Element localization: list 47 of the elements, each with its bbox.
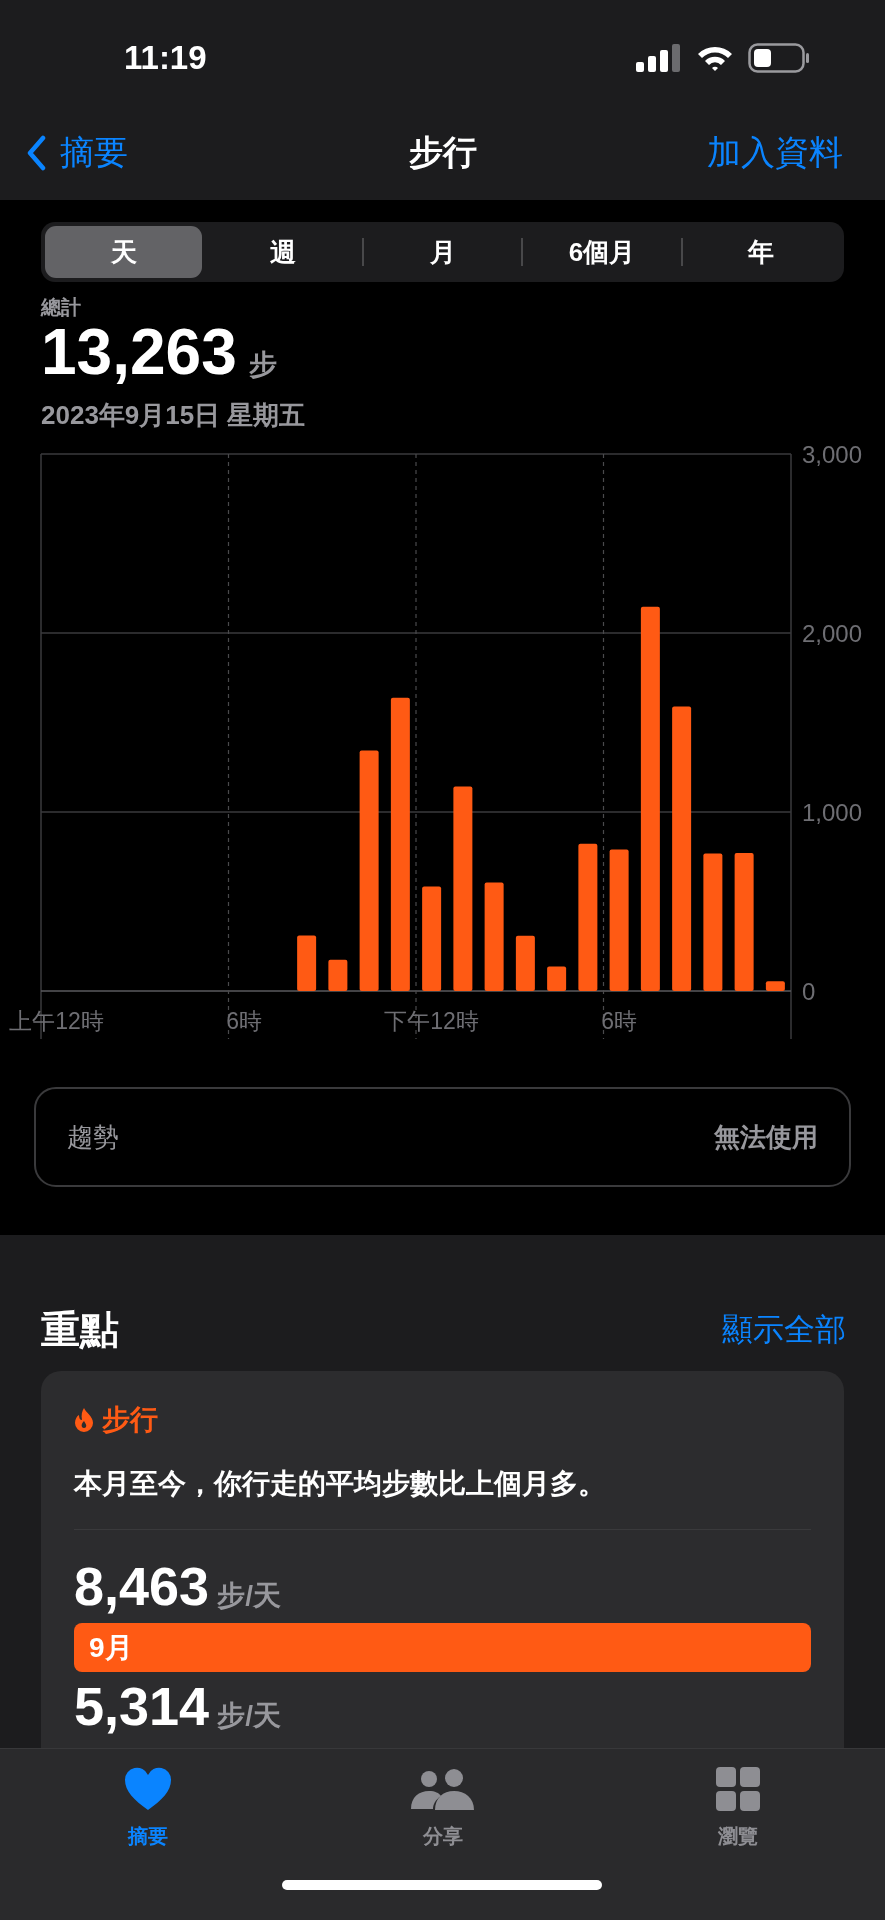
highlight-message: 本月至今，你行走的平均步數比上個月多。 (74, 1467, 607, 1501)
signal-icon (636, 43, 682, 72)
range-tab[interactable]: 週 (204, 226, 362, 278)
metric-value: 8,463 (74, 1556, 210, 1616)
people-icon (410, 1769, 475, 1811)
total-value: 13,263 (41, 320, 237, 384)
flame-icon (74, 1407, 94, 1433)
category-label: 步行 (102, 1403, 158, 1437)
add-data-link[interactable]: 加入資料 (707, 127, 859, 178)
axis-label: 上午12時 (9, 1008, 104, 1034)
unit-label: 步 (248, 348, 277, 382)
chart-bar (515, 935, 535, 991)
battery-icon (748, 42, 810, 73)
section-heading: 重點 (41, 1306, 119, 1353)
chart-bar (765, 981, 785, 991)
tab-bar-item[interactable]: 摘要 (123, 1763, 172, 1851)
grid-icon (715, 1767, 760, 1811)
date-label: 2023年9月15日 星期五 (41, 399, 307, 432)
heart-icon (123, 1767, 172, 1811)
page-title: 步行 (408, 132, 477, 173)
range-tab[interactable]: 年 (682, 226, 841, 278)
range-tab[interactable]: 月 (363, 226, 522, 278)
chart-bar (297, 935, 317, 991)
trend-label: 趨勢 (67, 1120, 119, 1154)
tab-bar-item[interactable]: 瀏覽 (715, 1763, 760, 1851)
total-label: 總計 (41, 295, 82, 320)
trend-value: 無法使用 (714, 1120, 818, 1154)
back-button[interactable]: 摘要 (26, 127, 128, 178)
metric-value: 5,314 (74, 1676, 210, 1736)
show-all-link[interactable]: 顯示全部 (722, 1306, 846, 1354)
axis-label: 6時 (601, 1008, 637, 1034)
status-time: 11:19 (124, 37, 207, 78)
chart-bar (547, 966, 567, 991)
axis-label: 3,000 (802, 441, 863, 468)
chart-bar (328, 959, 348, 991)
tab-bar-item[interactable]: 分享 (410, 1763, 475, 1851)
axis-label: 6時 (226, 1008, 262, 1034)
axis-label: 1,000 (802, 799, 863, 826)
range-tab[interactable]: 天 (45, 226, 203, 278)
range-tab[interactable]: 6個月 (523, 226, 681, 278)
comparison-bar: 9月 (74, 1623, 811, 1672)
axis-label: 2,000 (802, 620, 863, 647)
metric-unit: 步/天 (217, 1699, 281, 1733)
axis-label: 下午12時 (384, 1008, 479, 1034)
chevron-left-icon (26, 134, 46, 171)
metric-unit: 步/天 (217, 1579, 281, 1613)
axis-label: 0 (802, 978, 816, 1005)
